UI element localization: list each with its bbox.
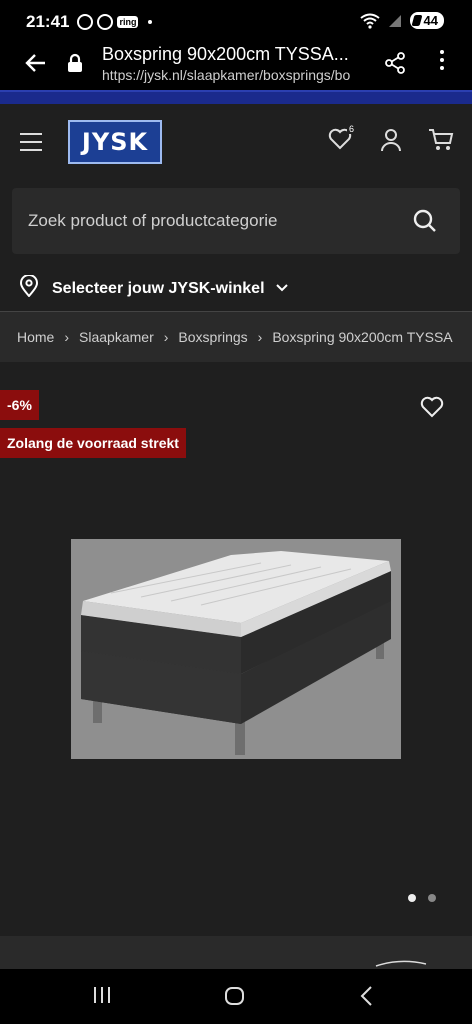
ring-icon: ring xyxy=(117,16,139,28)
breadcrumb-home[interactable]: Home xyxy=(17,329,54,345)
gallery-dot-2[interactable] xyxy=(428,894,436,902)
cart-icon[interactable] xyxy=(428,128,454,157)
stock-badge: Zolang de voorraad strekt xyxy=(0,428,186,458)
decorative-swoosh-icon xyxy=(375,960,427,967)
threads-icon xyxy=(97,14,114,30)
breadcrumb-separator-icon: › xyxy=(257,329,263,345)
whatsapp-icon xyxy=(77,14,94,30)
url-text: https://jysk.nl/slaapkamer/boxsprings/bo xyxy=(102,66,351,83)
status-time: 21:41 xyxy=(26,12,70,31)
back-icon[interactable] xyxy=(358,985,374,1012)
breadcrumb: Home › Slaapkamer › Boxsprings › Boxspri… xyxy=(0,312,472,362)
search-placeholder: Zoek product of productcategorie xyxy=(28,211,278,230)
signal-icon xyxy=(388,14,401,27)
more-notifications-icon xyxy=(148,20,153,24)
share-icon[interactable] xyxy=(384,52,406,79)
wifi-icon xyxy=(359,13,380,29)
browser-url-bar: Boxspring 90x200cm TYSSA... https://jysk… xyxy=(0,36,472,90)
content-below-fold xyxy=(0,936,472,969)
location-pin-icon xyxy=(19,274,39,302)
system-nav-bar xyxy=(0,969,472,1024)
breadcrumb-boxsprings[interactable]: Boxsprings xyxy=(178,329,247,345)
menu-icon[interactable] xyxy=(20,133,42,157)
jysk-logo[interactable]: JYSK xyxy=(68,120,162,164)
user-icon[interactable] xyxy=(380,128,402,157)
lock-icon[interactable] xyxy=(62,53,88,73)
product-image[interactable] xyxy=(71,539,401,759)
search-section: Zoek product of productcategorie xyxy=(0,182,472,266)
system-status: 44 xyxy=(359,12,444,29)
logo-text: JYSK xyxy=(81,128,149,156)
recent-apps-icon[interactable] xyxy=(92,985,112,1010)
store-label: Selecteer jouw JYSK-winkel xyxy=(52,279,265,297)
battery-indicator: 44 xyxy=(409,12,444,29)
page-title: Boxspring 90x200cm TYSSA... xyxy=(102,43,349,64)
wishlist-count: 6 xyxy=(347,124,357,134)
breadcrumb-separator-icon: › xyxy=(64,329,70,345)
add-to-wishlist-heart-icon[interactable] xyxy=(420,396,444,423)
breadcrumb-separator-icon: › xyxy=(163,329,169,345)
gallery-dot-1[interactable] xyxy=(408,894,416,902)
notification-icons: ring xyxy=(77,14,153,30)
chevron-down-icon xyxy=(275,280,289,298)
site-header: JYSK 6 xyxy=(0,104,472,182)
product-gallery: -6% Zolang de voorraad strekt xyxy=(0,362,472,936)
home-icon[interactable] xyxy=(224,985,246,1012)
back-arrow-icon[interactable] xyxy=(14,36,58,90)
store-selector[interactable]: Selecteer jouw JYSK-winkel xyxy=(0,266,472,312)
url-display[interactable]: Boxspring 90x200cm TYSSA... https://jysk… xyxy=(102,44,370,83)
gallery-pagination[interactable] xyxy=(408,894,436,902)
breadcrumb-current: Boxspring 90x200cm TYSSA xyxy=(272,329,453,345)
search-input[interactable]: Zoek product of productcategorie xyxy=(12,188,460,254)
breadcrumb-slaapkamer[interactable]: Slaapkamer xyxy=(79,329,154,345)
more-icon[interactable] xyxy=(440,50,444,70)
search-icon[interactable] xyxy=(412,208,438,239)
discount-badge: -6% xyxy=(0,390,39,420)
browser-progress-strip xyxy=(0,90,472,104)
